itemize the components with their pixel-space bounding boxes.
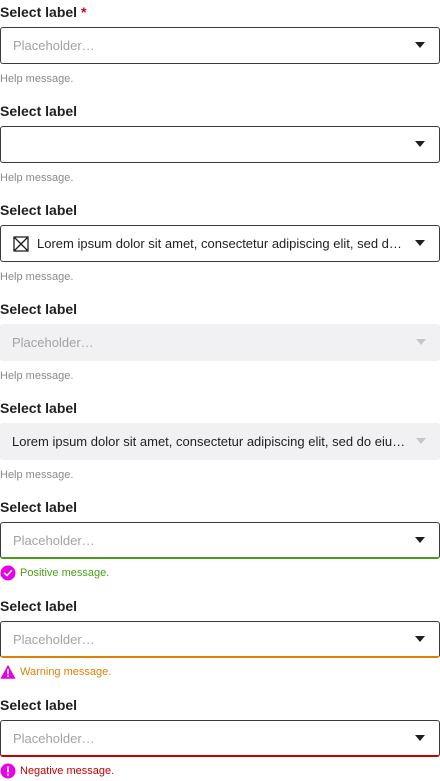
help-message: Help message. xyxy=(0,73,74,85)
select-dropdown[interactable]: Placeholder… xyxy=(0,522,440,559)
chevron-down-icon xyxy=(415,636,425,642)
select-dropdown[interactable]: Placeholder… xyxy=(0,621,440,658)
select-dropdown-disabled: Placeholder… xyxy=(0,324,440,361)
chevron-down-icon xyxy=(415,141,425,147)
select-label: Select label xyxy=(0,598,78,614)
select-value: Lorem ipsum dolor sit amet, consectetur … xyxy=(12,434,408,449)
select-label: Select label xyxy=(0,499,78,515)
message-text: Warning message. xyxy=(20,666,112,678)
warning-triangle-icon xyxy=(0,664,16,679)
help-message: Help message. xyxy=(0,271,74,283)
select-placeholder: Placeholder… xyxy=(13,632,95,647)
select-label: Select label xyxy=(0,400,78,416)
image-placeholder-icon xyxy=(13,236,29,252)
select-label: Select label xyxy=(0,697,78,713)
exclamation-circle-icon xyxy=(0,763,16,779)
select-dropdown[interactable]: Placeholder… xyxy=(0,27,440,64)
select-label: Select label xyxy=(0,301,78,317)
select-placeholder: Placeholder… xyxy=(13,731,95,746)
help-message: Help message. xyxy=(0,370,74,382)
select-label: Select label xyxy=(0,202,78,218)
select-dropdown[interactable]: Lorem ipsum dolor sit amet, consectetur … xyxy=(0,225,440,262)
select-value xyxy=(13,127,407,162)
select-dropdown-disabled: Lorem ipsum dolor sit amet, consectetur … xyxy=(0,423,440,460)
chevron-down-icon xyxy=(416,339,426,345)
message-text: Negative message. xyxy=(20,765,115,777)
help-message: Help message. xyxy=(0,172,74,184)
help-message: Help message. xyxy=(0,469,74,481)
select-placeholder: Placeholder… xyxy=(13,533,95,548)
select-label: Select label * xyxy=(0,4,87,20)
required-asterisk: * xyxy=(81,4,87,20)
chevron-down-icon xyxy=(415,735,425,741)
select-placeholder: Placeholder… xyxy=(13,38,95,53)
select-dropdown[interactable]: Placeholder… xyxy=(0,720,440,757)
chevron-down-icon xyxy=(415,42,425,48)
select-value: Lorem ipsum dolor sit amet, consectetur … xyxy=(37,236,407,251)
select-label: Select label xyxy=(0,103,78,119)
select-dropdown[interactable] xyxy=(0,126,440,163)
chevron-down-icon xyxy=(415,240,425,246)
chevron-down-icon xyxy=(416,438,426,444)
select-placeholder: Placeholder… xyxy=(12,335,94,350)
check-circle-icon xyxy=(0,565,16,581)
message-text: Positive message. xyxy=(20,567,110,579)
chevron-down-icon xyxy=(415,537,425,543)
